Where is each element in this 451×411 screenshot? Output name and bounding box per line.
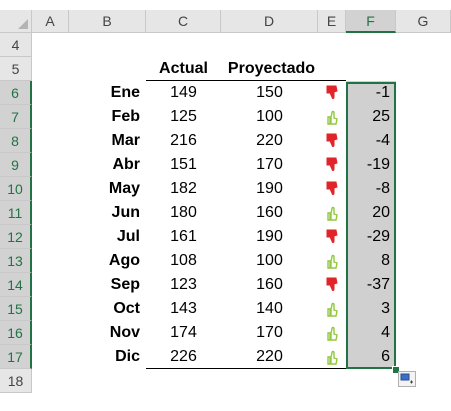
- row-header-18[interactable]: 18: [0, 369, 32, 393]
- row-header-17[interactable]: 17: [0, 345, 32, 369]
- row-header-16[interactable]: 16: [0, 321, 32, 345]
- projected-value[interactable]: 190: [221, 177, 318, 201]
- column-header-b[interactable]: B: [69, 10, 146, 33]
- quick-analysis-button[interactable]: [398, 371, 416, 387]
- thumb-up-icon: [324, 299, 340, 319]
- difference-value[interactable]: -19: [346, 153, 396, 177]
- row-header-5[interactable]: 5: [0, 57, 32, 81]
- month-label: Ago: [108, 252, 140, 269]
- row-header-13[interactable]: 13: [0, 249, 32, 273]
- difference-value[interactable]: 8: [346, 249, 396, 273]
- month-label: Mar: [111, 132, 140, 149]
- projected-value[interactable]: 140: [221, 297, 318, 321]
- month-label: Ene: [110, 84, 140, 101]
- thumb-down-icon: [324, 227, 340, 247]
- row-header-10[interactable]: 10: [0, 177, 32, 201]
- actual-value[interactable]: 180: [146, 201, 221, 225]
- actual-value[interactable]: 108: [146, 249, 221, 273]
- actual-value[interactable]: 125: [146, 105, 221, 129]
- projected-value[interactable]: 160: [221, 201, 318, 225]
- thumb-up-icon: [324, 203, 340, 223]
- row-header-14[interactable]: 14: [0, 273, 32, 297]
- header-projected: Proyectado: [227, 60, 316, 77]
- column-header-a[interactable]: A: [32, 10, 69, 33]
- table-bottom-border: [146, 368, 346, 369]
- thumb-down-icon: [324, 131, 340, 151]
- projected-value[interactable]: 100: [221, 249, 318, 273]
- month-label: Jul: [116, 228, 140, 245]
- month-label: Sep: [110, 276, 140, 293]
- column-header-g[interactable]: G: [396, 10, 451, 33]
- month-label: Dic: [115, 348, 140, 365]
- projected-value[interactable]: 170: [221, 321, 318, 345]
- actual-value[interactable]: 151: [146, 153, 221, 177]
- month-label: Oct: [113, 300, 140, 317]
- spreadsheet-grid[interactable]: A B C D E F G 4 5 6 7 8 9 10 11 12 13 14 15 16 17 18 Actual Pro…: [0, 0, 451, 411]
- actual-value[interactable]: 161: [146, 225, 221, 249]
- actual-value[interactable]: 149: [146, 81, 221, 105]
- month-label: Abr: [112, 156, 140, 173]
- difference-value[interactable]: -29: [346, 225, 396, 249]
- difference-value[interactable]: 25: [346, 105, 396, 129]
- row-header-9[interactable]: 9: [0, 153, 32, 177]
- row-header-7[interactable]: 7: [0, 105, 32, 129]
- difference-value[interactable]: 4: [346, 321, 396, 345]
- row-header-8[interactable]: 8: [0, 129, 32, 153]
- row-header-15[interactable]: 15: [0, 297, 32, 321]
- column-header-f[interactable]: F: [346, 10, 396, 33]
- row-header-11[interactable]: 11: [0, 201, 32, 225]
- month-label: Nov: [109, 324, 140, 341]
- actual-value[interactable]: 182: [146, 177, 221, 201]
- select-all-triangle-icon: [18, 19, 28, 29]
- projected-value[interactable]: 100: [221, 105, 318, 129]
- select-all-button[interactable]: [0, 10, 32, 33]
- thumb-down-icon: [324, 155, 340, 175]
- difference-value[interactable]: 6: [346, 345, 396, 369]
- row-header-6[interactable]: 6: [0, 81, 32, 105]
- row-header-12[interactable]: 12: [0, 225, 32, 249]
- thumb-up-icon: [324, 323, 340, 343]
- difference-value[interactable]: 3: [346, 297, 396, 321]
- projected-value[interactable]: 150: [221, 81, 318, 105]
- projected-value[interactable]: 220: [221, 345, 318, 369]
- actual-value[interactable]: 216: [146, 129, 221, 153]
- row-header-4[interactable]: 4: [0, 33, 32, 57]
- thumb-up-icon: [324, 107, 340, 127]
- column-header-c[interactable]: C: [146, 10, 221, 33]
- actual-value[interactable]: 143: [146, 297, 221, 321]
- thumb-up-icon: [324, 347, 340, 367]
- difference-value[interactable]: -37: [346, 273, 396, 297]
- thumb-down-icon: [324, 179, 340, 199]
- column-header-e[interactable]: E: [318, 10, 346, 33]
- projected-value[interactable]: 170: [221, 153, 318, 177]
- month-label: May: [108, 180, 140, 197]
- projected-value[interactable]: 220: [221, 129, 318, 153]
- actual-value[interactable]: 226: [146, 345, 221, 369]
- difference-value[interactable]: 20: [346, 201, 396, 225]
- actual-value[interactable]: 123: [146, 273, 221, 297]
- quick-analysis-icon: [400, 373, 413, 384]
- projected-value[interactable]: 190: [221, 225, 318, 249]
- month-label: Jun: [111, 204, 140, 221]
- projected-value[interactable]: 160: [221, 273, 318, 297]
- difference-value[interactable]: -4: [346, 129, 396, 153]
- difference-value[interactable]: -1: [346, 81, 396, 105]
- column-header-d[interactable]: D: [221, 10, 318, 33]
- thumb-up-icon: [324, 251, 340, 271]
- difference-value[interactable]: -8: [346, 177, 396, 201]
- thumb-down-icon: [324, 275, 340, 295]
- thumb-down-icon: [324, 83, 340, 103]
- month-label: Feb: [111, 108, 140, 125]
- header-actual: Actual: [159, 60, 208, 77]
- actual-value[interactable]: 174: [146, 321, 221, 345]
